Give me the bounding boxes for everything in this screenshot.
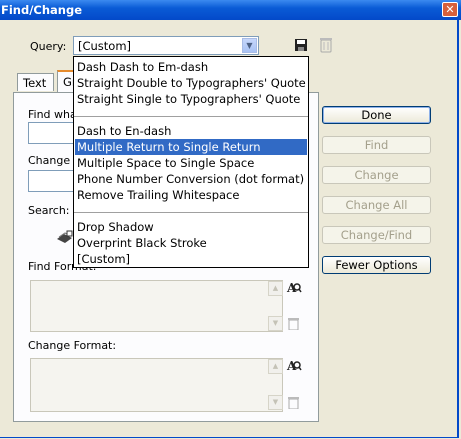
query-option[interactable]: Phone Number Conversion (dot format)	[75, 171, 307, 187]
query-option[interactable]: Straight Double to Typographers' Quote	[75, 75, 307, 91]
query-option[interactable]: Overprint Black Stroke	[75, 235, 307, 251]
query-combobox[interactable]: [Custom] ▼	[73, 36, 259, 55]
find-format-specify-icon[interactable]: A	[286, 281, 302, 295]
close-button[interactable]: ✕	[442, 2, 458, 17]
query-option[interactable]: Dash to En-dash	[75, 123, 307, 139]
change-format-specify-icon[interactable]: A	[286, 359, 302, 373]
delete-query-icon[interactable]	[320, 37, 332, 53]
change-format-scroll-down[interactable]: ▼	[268, 395, 283, 410]
tab-text-label: Text	[23, 76, 47, 90]
done-button[interactable]: Done	[322, 106, 431, 124]
query-option[interactable]: Remove Trailing Whitespace	[75, 187, 307, 203]
query-option[interactable]: Multiple Space to Single Space	[75, 155, 307, 171]
svg-text:A: A	[286, 281, 297, 295]
query-dropdown-list: Dash Dash to Em-dash Straight Double to …	[73, 56, 309, 268]
query-option[interactable]: [Custom]	[75, 251, 307, 267]
save-query-icon[interactable]	[294, 38, 308, 52]
find-format-scroll-up[interactable]: ▲	[268, 281, 283, 296]
svg-text:A: A	[286, 359, 297, 373]
search-label: Search:	[28, 204, 70, 217]
query-label-text: Query:	[30, 40, 67, 53]
change-format-label: Change Format:	[28, 339, 117, 352]
change-to-label: Change	[28, 154, 71, 167]
find-format-scroll-down[interactable]: ▼	[268, 316, 283, 331]
find-button[interactable]: Find	[322, 136, 431, 154]
change-button[interactable]: Change	[322, 166, 431, 184]
fewer-options-button[interactable]: Fewer Options	[322, 256, 431, 274]
find-format-box	[30, 280, 283, 332]
query-label: Query:	[30, 40, 66, 53]
change-format-clear-icon[interactable]	[288, 397, 299, 410]
query-option[interactable]: Drop Shadow	[75, 219, 307, 235]
window-title: Find/Change	[1, 3, 83, 17]
tab-text[interactable]: Text	[17, 73, 54, 91]
query-option[interactable]: Dash Dash to Em-dash	[75, 59, 307, 75]
change-format-scroll-up[interactable]: ▲	[268, 359, 283, 374]
query-option[interactable]: Straight Single to Typographers' Quote	[75, 91, 307, 107]
query-value: [Custom]	[78, 39, 132, 53]
find-format-clear-icon[interactable]	[288, 318, 299, 331]
change-find-button[interactable]: Change/Find	[322, 226, 431, 244]
change-all-button[interactable]: Change All	[322, 196, 431, 214]
change-format-box	[30, 358, 283, 412]
change-to-input[interactable]	[28, 170, 74, 192]
menu-separator	[74, 212, 308, 213]
menu-separator	[74, 116, 308, 117]
query-option-highlighted[interactable]: Multiple Return to Single Return	[75, 139, 307, 155]
search-scope-icon[interactable]	[56, 230, 74, 244]
find-what-input[interactable]	[28, 122, 74, 144]
chevron-down-icon[interactable]: ▼	[242, 38, 257, 53]
